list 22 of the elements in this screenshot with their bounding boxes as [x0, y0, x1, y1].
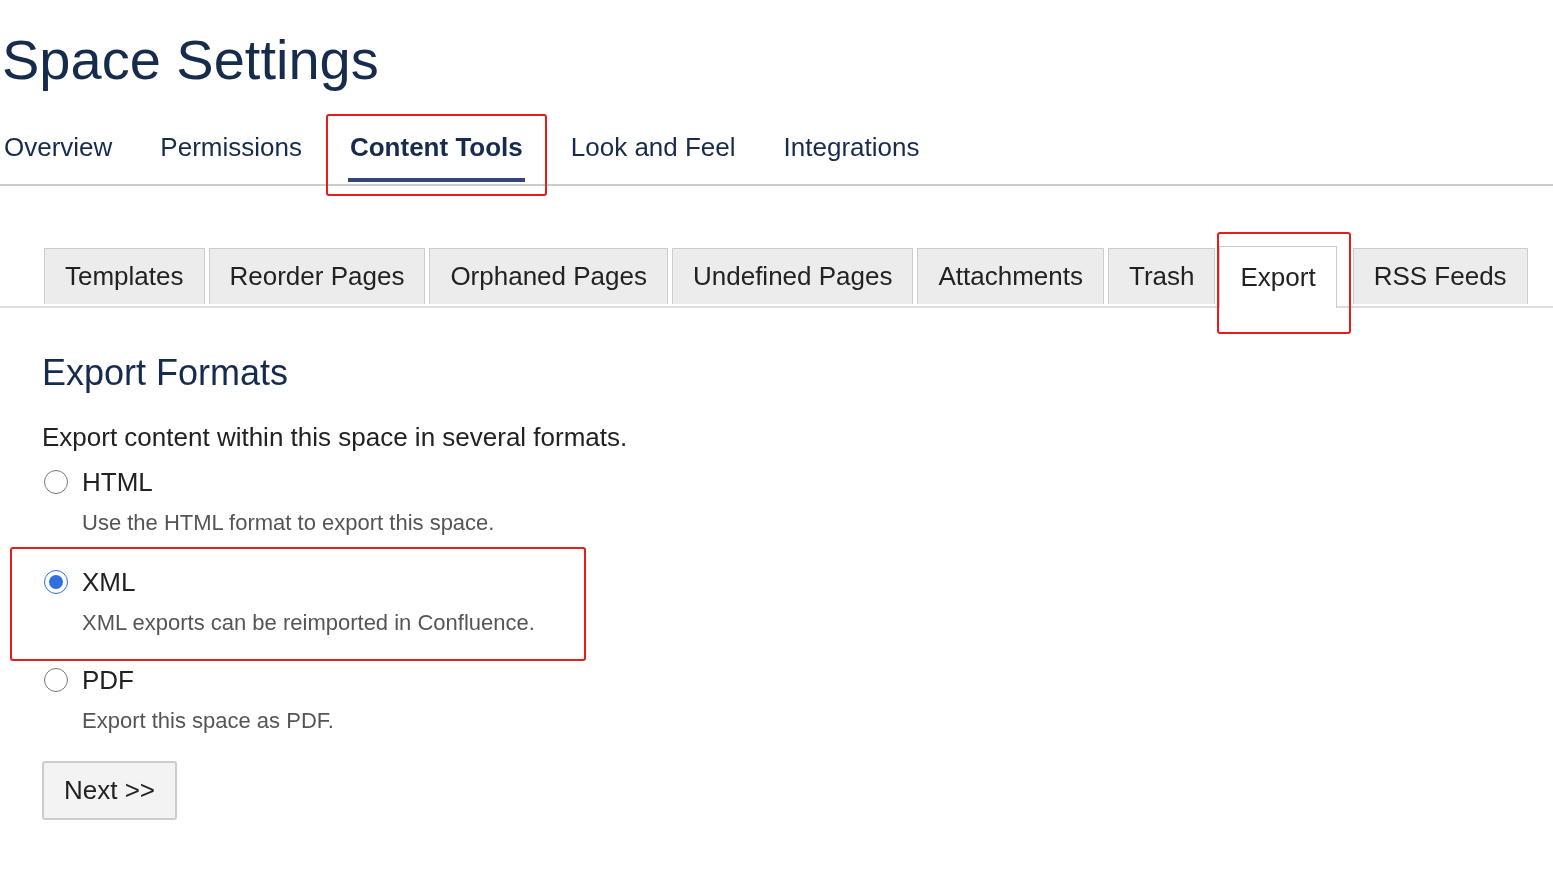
option-label[interactable]: XML	[82, 566, 136, 598]
sub-tab[interactable]: Undefined Pages	[672, 248, 914, 304]
option-description: XML exports can be reimported in Confluence.	[81, 609, 536, 637]
option-label[interactable]: HTML	[82, 466, 153, 498]
nav-tab[interactable]: Permissions	[158, 116, 304, 182]
nav-tab[interactable]: Look and Feel	[568, 116, 738, 182]
sub-tab[interactable]: Attachments	[917, 248, 1104, 304]
sub-tab[interactable]: RSS Feeds	[1352, 248, 1528, 304]
sub-tab[interactable]: Export	[1219, 246, 1337, 308]
sub-tab[interactable]: Reorder Pages	[208, 248, 426, 304]
next-button[interactable]: Next >>	[42, 761, 178, 820]
option-description: Export this space as PDF.	[81, 707, 335, 735]
intro-text: Export content within this space in several formats.	[42, 422, 629, 453]
sub-tab[interactable]: Templates	[44, 248, 205, 304]
sub-tab[interactable]: Trash	[1108, 248, 1216, 304]
section-heading: Export Formats	[42, 352, 290, 394]
nav-tab[interactable]: Integrations	[781, 116, 922, 182]
option-label[interactable]: PDF	[82, 664, 134, 696]
sub-tab[interactable]: Orphaned Pages	[429, 248, 668, 304]
nav-tab[interactable]: Overview	[2, 116, 115, 182]
option-description: Use the HTML format to export this space.	[81, 509, 496, 537]
page-title: Space Settings	[1, 27, 380, 92]
